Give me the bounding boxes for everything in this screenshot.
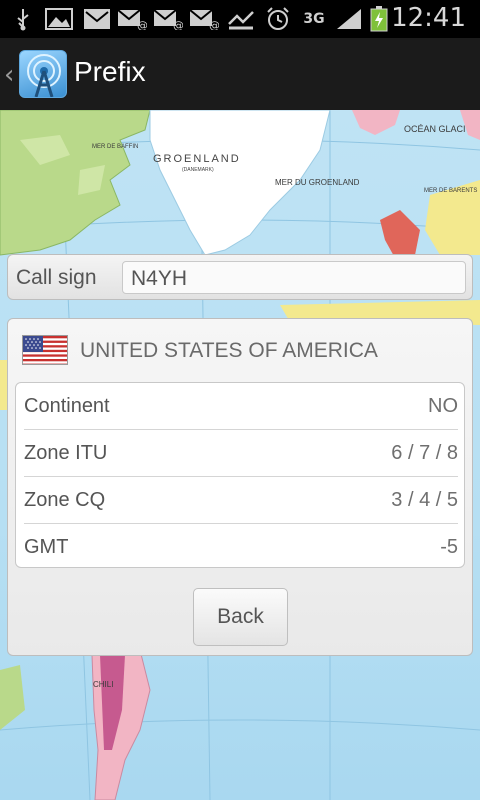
missed-call-icon bbox=[226, 6, 256, 32]
callsign-label: Call sign bbox=[16, 266, 97, 289]
info-label: Continent bbox=[24, 395, 110, 417]
status-bar: @ @ @ 3G 12:41 bbox=[0, 0, 480, 38]
map-label-baffin: MER DE BAFFIN bbox=[92, 144, 138, 150]
info-row-zone-cq: Zone CQ 3 / 4 / 5 bbox=[16, 477, 464, 524]
info-row-zone-itu: Zone ITU 6 / 7 / 8 bbox=[16, 430, 464, 477]
svg-text:@: @ bbox=[173, 19, 183, 30]
info-value: -5 bbox=[440, 536, 458, 558]
up-navigation-chevron-icon[interactable]: ‹ bbox=[4, 60, 14, 90]
page-title: Prefix bbox=[74, 56, 146, 87]
map-label-greenland-sea: MER DU GROENLAND bbox=[275, 178, 360, 187]
info-value: 6 / 7 / 8 bbox=[391, 442, 458, 464]
email-icon: @ bbox=[152, 6, 184, 32]
map-label-chili: CHILI bbox=[93, 680, 113, 689]
info-row-continent: Continent NO bbox=[16, 383, 464, 430]
action-bar: ‹ Prefix bbox=[0, 38, 480, 110]
signal-icon bbox=[334, 6, 364, 32]
info-label: GMT bbox=[24, 536, 69, 558]
country-name: UNITED STATES OF AMERICA bbox=[80, 339, 378, 362]
svg-text:@: @ bbox=[137, 19, 147, 30]
info-label: Zone CQ bbox=[24, 489, 106, 511]
battery-charging-icon bbox=[368, 6, 390, 32]
map-label-barents: MER DE BARENTS bbox=[424, 188, 477, 194]
result-panel: UNITED STATES OF AMERICA Continent NO Zo… bbox=[7, 318, 473, 656]
app-logo-icon[interactable] bbox=[19, 50, 67, 98]
back-button[interactable]: Back bbox=[193, 588, 288, 646]
usb-icon bbox=[10, 6, 36, 32]
email-icon: @ bbox=[116, 6, 148, 32]
network-3g-icon: 3G bbox=[303, 11, 325, 27]
info-row-gmt: GMT -5 bbox=[16, 524, 464, 567]
map-label-greenland-sub: (DANEMARK) bbox=[182, 167, 214, 173]
gmail-icon bbox=[82, 6, 112, 32]
alarm-icon bbox=[264, 6, 292, 32]
info-list: Continent NO Zone ITU 6 / 7 / 8 Zone CQ … bbox=[15, 382, 465, 568]
map-label-ocean: OCÉAN GLACI bbox=[404, 124, 466, 134]
callsign-panel: Call sign N4YH bbox=[7, 254, 473, 300]
info-value: 3 / 4 / 5 bbox=[391, 489, 458, 511]
svg-text:@: @ bbox=[209, 19, 219, 30]
email-icon: @ bbox=[188, 6, 220, 32]
status-time: 12:41 bbox=[391, 3, 466, 33]
callsign-input[interactable]: N4YH bbox=[122, 261, 466, 294]
gallery-icon bbox=[44, 6, 74, 32]
info-label: Zone ITU bbox=[24, 442, 108, 464]
info-value: NO bbox=[428, 395, 458, 417]
map-label-greenland: GROENLAND bbox=[153, 153, 241, 165]
us-flag-icon bbox=[22, 335, 68, 365]
